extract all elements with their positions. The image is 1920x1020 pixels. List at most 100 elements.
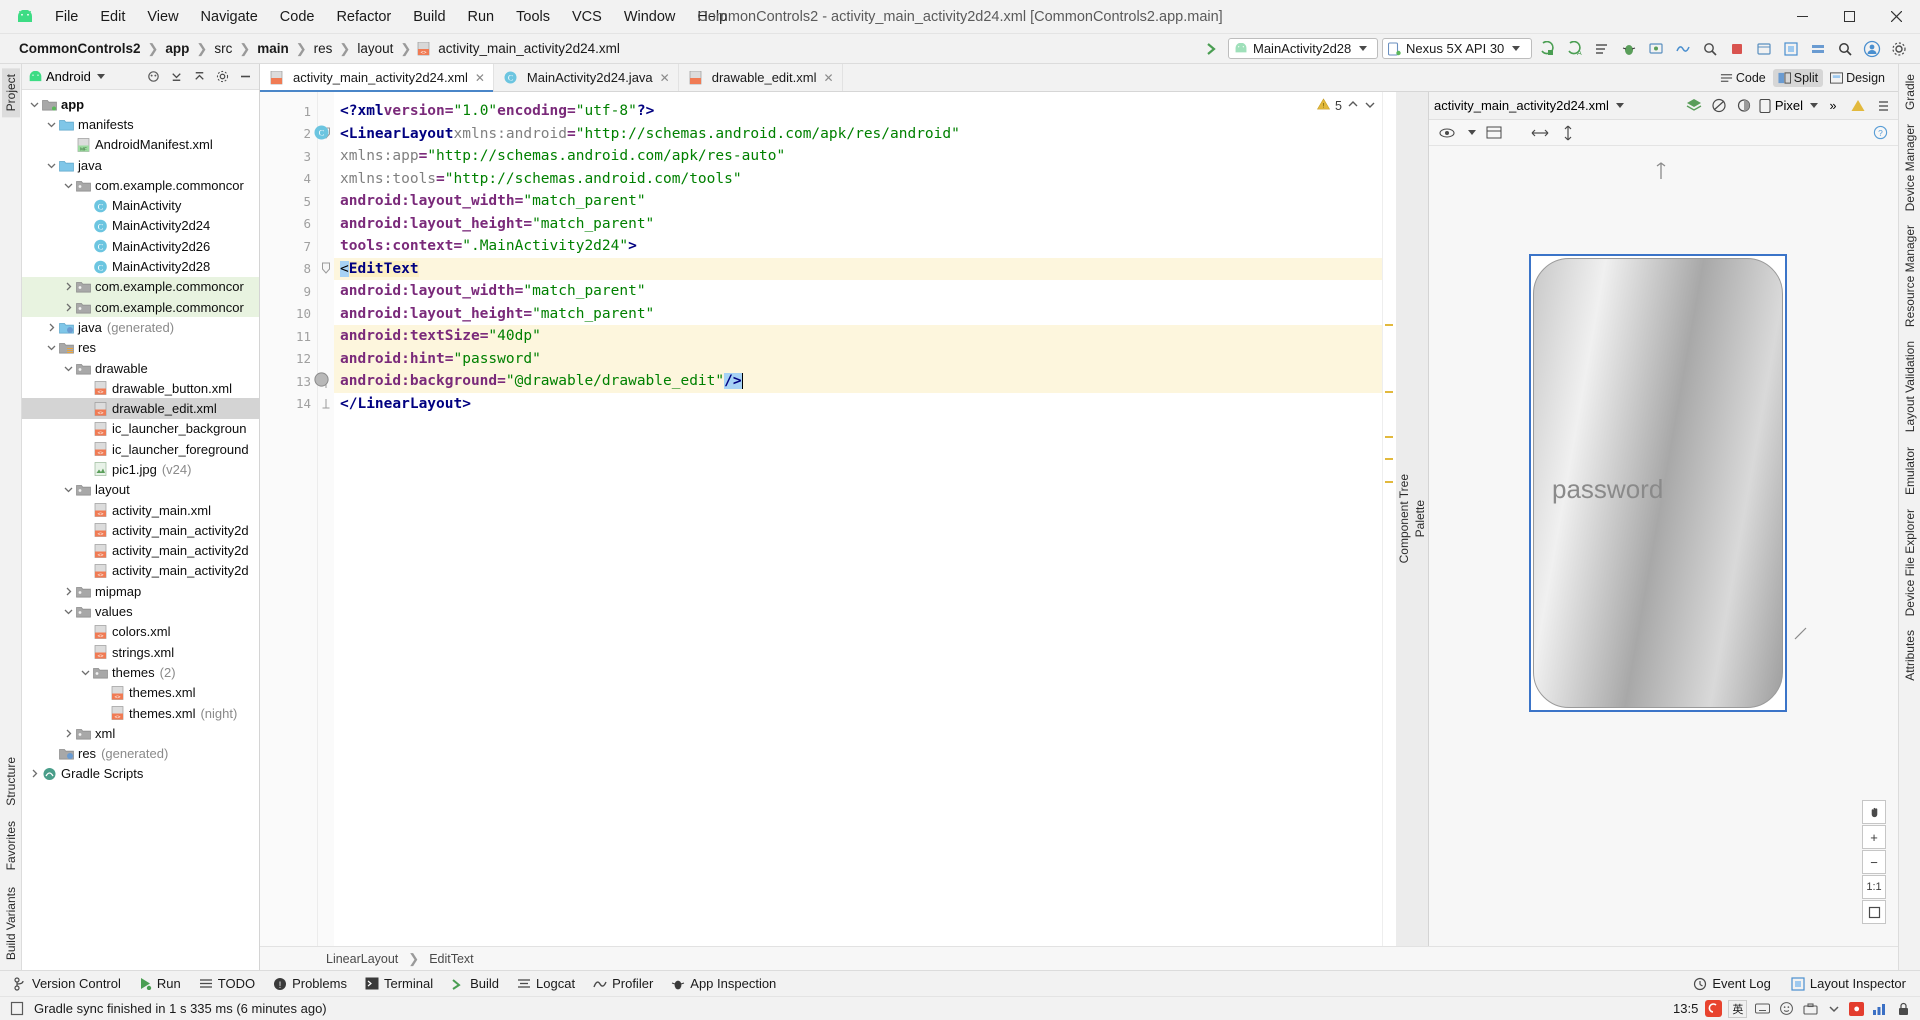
component-tree-rail[interactable]: Component Tree (1396, 92, 1412, 946)
close-tab-icon[interactable]: ✕ (824, 71, 834, 85)
tree-node[interactable]: themes (2) (22, 662, 259, 682)
rail-tab-favorites[interactable]: Favorites (2, 815, 20, 876)
zoom-to-fit-icon[interactable] (1862, 900, 1886, 924)
code-line[interactable]: android:layout_width = "match_parent" (334, 280, 1382, 303)
code-line[interactable]: android:textSize = "40dp" (334, 325, 1382, 348)
chevron-right-icon[interactable] (45, 323, 58, 332)
run-configuration-selector[interactable]: MainActivity2d28 (1228, 38, 1378, 59)
vertical-margin-icon[interactable] (1558, 123, 1578, 143)
tree-node[interactable]: res (22, 338, 259, 358)
tool-app-inspection[interactable]: App Inspection (663, 973, 784, 994)
preview-warning-icon[interactable] (1848, 96, 1868, 116)
tray-lock-icon[interactable] (1894, 1000, 1912, 1018)
menu-item-refactor[interactable]: Refactor (325, 6, 402, 28)
ime-menu-icon[interactable] (1825, 1000, 1843, 1018)
breadcrumb-app[interactable]: app (162, 40, 192, 57)
menu-item-run[interactable]: Run (457, 6, 506, 28)
preview-file-selector[interactable]: activity_main_activity2d24.xml (1434, 98, 1624, 113)
tool-todo[interactable]: TODO (191, 973, 263, 994)
tree-node[interactable]: <> colors.xml (22, 622, 259, 642)
breadcrumb-layout[interactable]: layout (354, 40, 396, 57)
tree-node[interactable]: <> drawable_edit.xml (22, 398, 259, 419)
chevron-down-icon[interactable] (45, 161, 58, 170)
collapse-all-icon[interactable] (189, 67, 209, 87)
tree-node[interactable]: <> drawable_button.xml (22, 378, 259, 398)
tree-node[interactable]: <> activity_main_activity2d (22, 541, 259, 561)
tree-node[interactable]: C MainActivity2d24 (22, 216, 259, 236)
resize-handle[interactable] (1793, 626, 1809, 645)
tool-layout-inspector[interactable]: Layout Inspector (1783, 973, 1914, 994)
tree-node[interactable]: C MainActivity2d28 (22, 256, 259, 276)
minimize-button[interactable] (1779, 0, 1826, 34)
debug-icon[interactable] (1617, 37, 1640, 60)
code-line[interactable]: <LinearLayout xmlns:android = "http://sche… (334, 123, 1382, 146)
account-icon[interactable] (1860, 37, 1883, 60)
tree-node[interactable]: res (generated) (22, 744, 259, 764)
tree-node[interactable]: <> ic_launcher_foreground (22, 439, 259, 459)
menu-item-code[interactable]: Code (269, 6, 326, 28)
attach-debugger-icon[interactable] (1644, 37, 1667, 60)
view-mode-split[interactable]: Split (1772, 68, 1824, 87)
tool-event-log[interactable]: Event Log (1685, 973, 1779, 994)
profiler-icon[interactable] (1671, 37, 1694, 60)
menu-item-vcs[interactable]: VCS (561, 6, 613, 28)
theme-icon[interactable] (1734, 96, 1754, 116)
tray-chart-icon[interactable] (1870, 1000, 1888, 1018)
expand-all-icon[interactable] (166, 67, 186, 87)
layers-icon[interactable] (1684, 96, 1704, 116)
tree-node[interactable]: app (22, 94, 259, 114)
locate-file-icon[interactable] (143, 67, 163, 87)
code-line[interactable]: <?xml version = "1.0" encoding = "utf-8" ?> (334, 100, 1382, 123)
rail-tab-resource-manager[interactable]: Resource Manager (1901, 219, 1919, 333)
menu-item-help[interactable]: Help (686, 6, 738, 28)
tree-node[interactable]: <> ic_launcher_backgroun (22, 419, 259, 439)
line-number-gutter[interactable]: 1 2 C 3 4 5 6 7 8 9 10 11 12 13 14 (260, 92, 329, 946)
menu-item-edit[interactable]: Edit (89, 6, 136, 28)
tree-node[interactable]: Gradle Scripts (22, 764, 259, 784)
editor-tab-activity-main-2d24[interactable]: activity_main_activity2d24.xml ✕ (260, 64, 494, 92)
make-project-icon[interactable] (1201, 37, 1224, 60)
status-memory-icon[interactable] (8, 1000, 26, 1018)
next-error-icon[interactable] (1364, 99, 1376, 113)
tree-node[interactable]: layout (22, 480, 259, 500)
stop-icon[interactable] (1725, 37, 1748, 60)
sdk-manager-icon[interactable] (1806, 37, 1829, 60)
maximize-button[interactable] (1826, 0, 1873, 34)
close-button[interactable] (1873, 0, 1920, 34)
code-line[interactable]: xmlns:tools = "http://schemas.android.com/… (334, 168, 1382, 191)
breadcrumb-edittext[interactable]: EditText (429, 952, 473, 966)
rail-tab-attributes[interactable]: Attributes (1901, 624, 1919, 687)
chevron-down-icon[interactable] (45, 343, 58, 352)
zoom-in-icon[interactable]: + (1862, 825, 1886, 849)
code-line[interactable]: android:layout_width = "match_parent" (334, 190, 1382, 213)
device-file-explorer-icon[interactable] (1752, 37, 1775, 60)
preview-settings-icon[interactable] (1873, 96, 1893, 116)
rail-tab-device-file-explorer[interactable]: Device File Explorer (1901, 503, 1919, 622)
rail-tab-emulator[interactable]: Emulator (1901, 441, 1919, 501)
edittext-preview[interactable]: password (1533, 258, 1783, 708)
tree-node[interactable]: mipmap (22, 581, 259, 601)
code-line[interactable]: android:layout_height = "match_parent" (334, 303, 1382, 326)
chevron-down-icon[interactable] (79, 668, 92, 677)
global-search-icon[interactable] (1833, 37, 1856, 60)
fold-column[interactable] (318, 92, 334, 946)
preview-canvas[interactable]: password + − 1:1 (1429, 146, 1898, 946)
tree-node[interactable]: manifests (22, 114, 259, 134)
prev-error-icon[interactable] (1347, 99, 1359, 113)
breadcrumb-file[interactable]: activity_main_activity2d24.xml (435, 40, 623, 57)
rail-tab-build-variants[interactable]: Build Variants (2, 881, 20, 966)
tree-node[interactable]: drawable (22, 358, 259, 378)
tree-node[interactable]: <> activity_main_activity2d (22, 520, 259, 540)
tree-node[interactable]: com.example.commoncor (22, 276, 259, 297)
apply-changes-icon[interactable]: A (1563, 37, 1586, 60)
tool-profiler[interactable]: Profiler (585, 973, 661, 994)
inspection-status[interactable]: ! 5 (1317, 98, 1376, 113)
tree-node[interactable]: com.example.commoncor (22, 175, 259, 195)
code-line[interactable]: xmlns:app = "http://schemas.android.com/ap… (334, 145, 1382, 168)
error-stripe[interactable] (1382, 92, 1396, 946)
tree-node[interactable]: C MainActivity2d26 (22, 236, 259, 256)
menu-item-file[interactable]: File (44, 6, 89, 28)
code-line[interactable]: < EditText (334, 257, 1382, 280)
rail-tab-gradle[interactable]: Gradle (1901, 68, 1919, 116)
chevron-right-icon[interactable] (62, 587, 75, 596)
